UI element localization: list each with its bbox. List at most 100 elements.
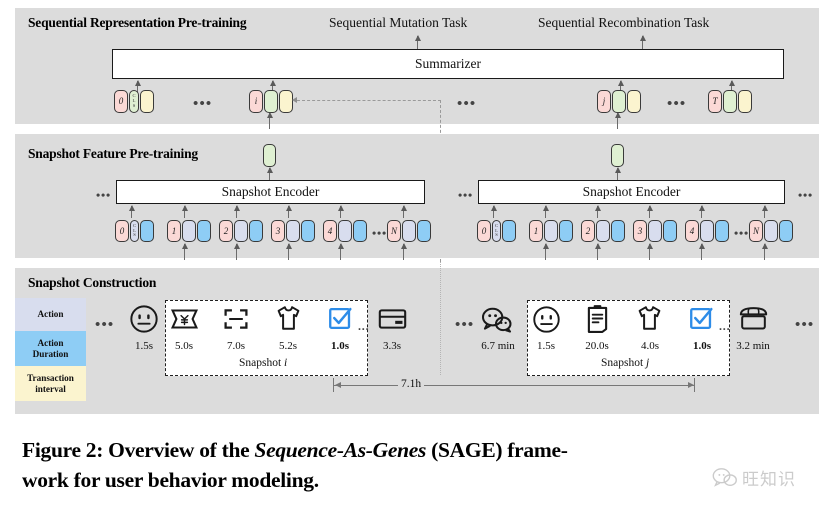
token-duration [249, 220, 263, 242]
token-index: j [597, 90, 611, 113]
token-interval [738, 90, 752, 113]
token-action [544, 220, 558, 242]
arrow-action1-to-token-left [184, 244, 186, 260]
duration-action-i-4: 1.0s [330, 340, 350, 352]
task-label-mutation: Sequential Mutation Task [329, 15, 468, 30]
timeline-arrowhead-left [335, 382, 341, 388]
token-duration [502, 220, 516, 242]
token-interval [627, 90, 641, 113]
arrow-to-recombination-task [642, 36, 644, 50]
coupon-yen-icon [170, 309, 199, 329]
legend-label-line2: interval [35, 383, 66, 394]
arrow-tok2-to-encoder-right [597, 206, 599, 218]
sequence-token-group-T: T [708, 90, 752, 113]
arrow-action4-to-token-left [340, 244, 342, 260]
token-index: N [749, 220, 763, 242]
scan-frame-icon [224, 309, 248, 329]
arrow-cls-to-token-j [617, 113, 619, 129]
ellipsis-snapshot-i-inner: ... [358, 319, 370, 333]
token-duration [353, 220, 367, 242]
feature-token-group-4-left: 4 [323, 220, 367, 242]
icon-clipboard [585, 303, 610, 333]
token-interval [279, 90, 293, 113]
duration-action-i-1: 5.0s [174, 340, 194, 352]
arrow-tok4-to-encoder-left [340, 206, 342, 218]
arrow-tokN-to-encoder-right [764, 206, 766, 218]
snapshot-caption-index: j [646, 357, 650, 369]
icon-checkbox-i [327, 305, 354, 332]
icon-smiley-lead-left [129, 304, 159, 334]
token-cls: CLS [130, 220, 139, 242]
feature-token-group-2-left: 2 [219, 220, 263, 242]
ellipsis-between-encoders: ••• [458, 188, 474, 202]
ellipsis-sequence-1: ••• [193, 96, 213, 112]
storefront-icon [739, 307, 767, 330]
duration-action-j-5: 3.2 min [736, 340, 770, 352]
arrow-tok2-to-encoder-left [236, 206, 238, 218]
snapshot-caption-prefix: Snapshot [239, 357, 285, 369]
token-duration [559, 220, 573, 242]
snapshot-caption-prefix: Snapshot [601, 357, 647, 369]
caption-suffix: (SAGE) frame- [426, 438, 568, 462]
snapshot-encoder-label: Snapshot Encoder [582, 184, 681, 199]
watermark-text: 旺知识 [742, 469, 796, 490]
summarizer-label: Summarizer [415, 56, 481, 71]
sequence-token-group-i: i [249, 90, 293, 113]
token-index: 3 [633, 220, 647, 242]
ellipsis-sequence-2: ••• [457, 96, 477, 112]
token-action [723, 90, 737, 113]
token-index: T [708, 90, 722, 113]
arrow-action1-to-token-right [545, 244, 547, 260]
panel-title-sequential: Sequential Representation Pre-training [28, 15, 247, 30]
ellipsis-feature-row-left: ••• [372, 226, 388, 240]
ellipsis-feature-row-right: ••• [734, 226, 750, 240]
token-cls: CLS [129, 90, 139, 113]
legend-item-action: Action [15, 298, 86, 331]
token-action [286, 220, 300, 242]
caption-line2: work for user behavior modeling. [22, 467, 319, 492]
arrow-tokN-to-encoder-left [403, 206, 405, 218]
duration-action-j-1: 1.5s [536, 340, 556, 352]
checkbox-checked-icon [329, 307, 352, 330]
token-index: 2 [581, 220, 595, 242]
sequence-token-group-j: j [597, 90, 641, 113]
arrow-tok0-to-encoder-right [493, 206, 495, 218]
feature-token-group-4-right: 4 [685, 220, 729, 242]
token-index: 4 [323, 220, 337, 242]
figure-root: Sequential Representation Pre-training S… [0, 0, 834, 513]
duration-lead-left: 1.5s [134, 340, 154, 352]
ellipsis-left-of-encoder1: ••• [96, 188, 112, 202]
token-index: 2 [219, 220, 233, 242]
legend-label: Action [37, 309, 64, 320]
duration-action-i-5: 3.3s [382, 340, 402, 352]
token-cls: CLS [492, 220, 501, 242]
wechat-bubbles-icon [481, 307, 512, 333]
duration-action-i-3: 5.2s [278, 340, 298, 352]
figure-caption: Figure 2: Overview of the Sequence-As-Ge… [22, 436, 822, 495]
arrow-to-mutation-task [417, 36, 419, 50]
summarizer-box: Summarizer [112, 49, 784, 79]
timeline-label: 7.1h [398, 378, 425, 390]
token-index: i [249, 90, 263, 113]
checkbox-checked-icon [690, 307, 713, 330]
token-index: 1 [167, 220, 181, 242]
panel-title-snapshot-construction: Snapshot Construction [28, 275, 157, 290]
token-index: 0 [115, 220, 129, 242]
ellipsis-sequence-3: ••• [667, 96, 687, 112]
arrow-tok1-to-encoder-left [184, 206, 186, 218]
smiley-icon [532, 305, 560, 333]
chat-bubble-icon [712, 467, 737, 487]
token-action [700, 220, 714, 242]
section-divider-dotted [440, 262, 441, 375]
token-index: 4 [685, 220, 699, 242]
token-index: 0 [477, 220, 491, 242]
token-action [338, 220, 352, 242]
duration-action-j-3: 4.0s [640, 340, 660, 352]
token-index: 3 [271, 220, 285, 242]
feature-token-group-2-right: 2 [581, 220, 625, 242]
token-index: 1 [529, 220, 543, 242]
arrow-tok4-to-encoder-right [701, 206, 703, 218]
arrow-cls-to-token-i [269, 113, 271, 129]
ellipsis-construction-right: ••• [795, 317, 815, 333]
ellipsis-right-of-encoder2: ••• [798, 188, 814, 202]
